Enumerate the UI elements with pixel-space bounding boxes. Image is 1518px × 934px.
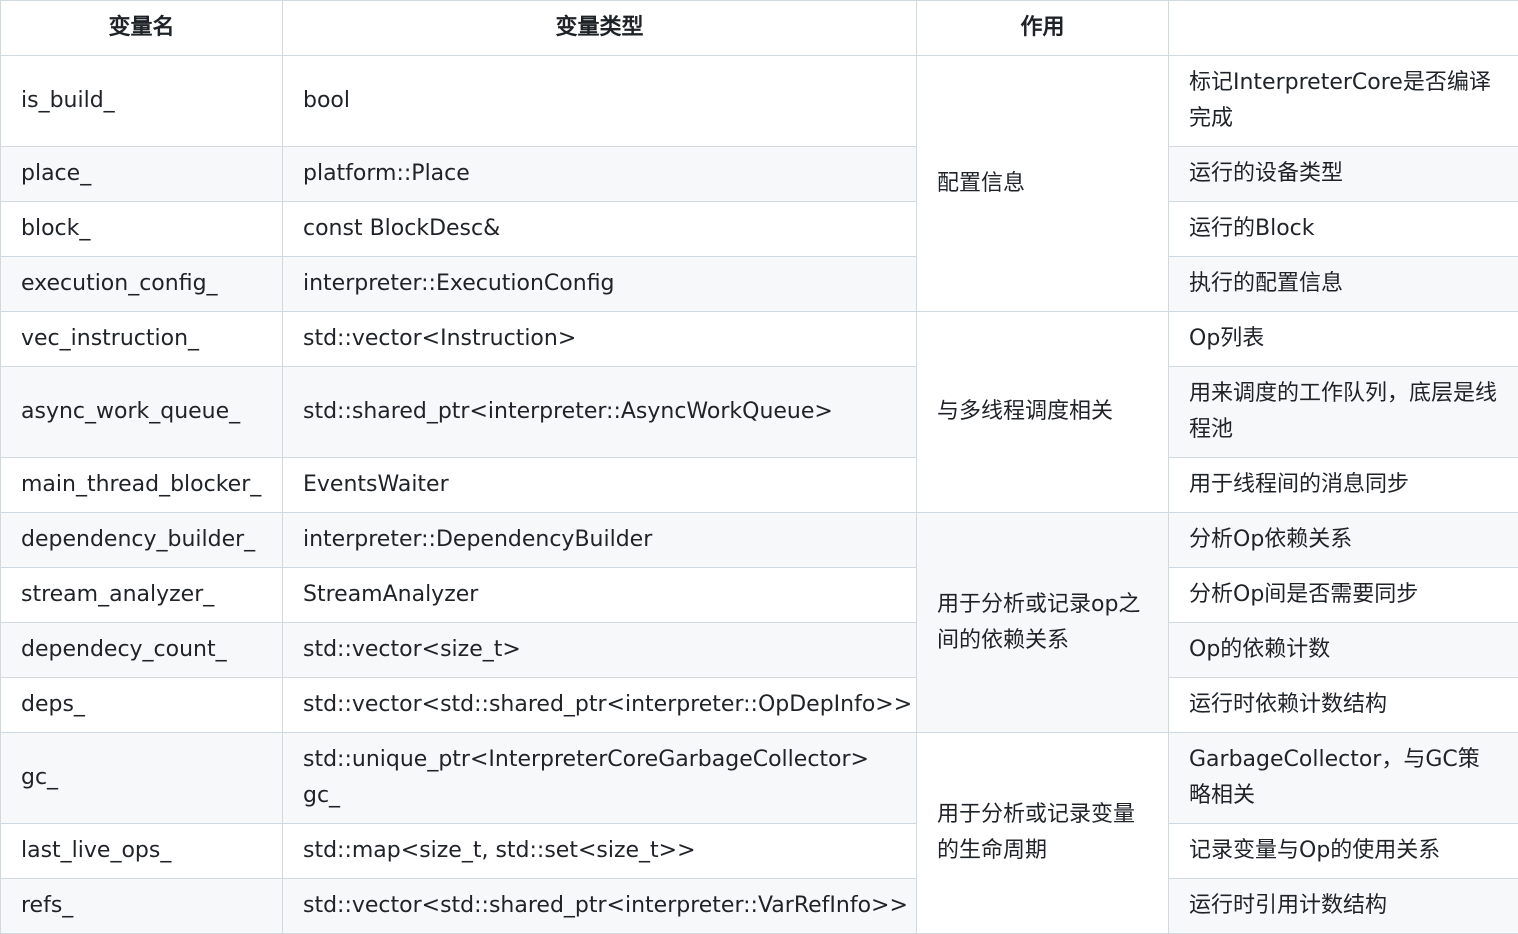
group-cell-dependency: 用于分析或记录op之间的依赖关系 bbox=[916, 512, 1169, 733]
cell-name: last_live_ops_ bbox=[0, 823, 283, 879]
table-row: refs_ std::vector<std::shared_ptr<interp… bbox=[0, 878, 1518, 934]
cell-desc: Op的依赖计数 bbox=[1168, 622, 1518, 678]
header-row: 变量名 变量类型 作用 bbox=[0, 0, 1518, 56]
cell-type: std::shared_ptr<interpreter::AsyncWorkQu… bbox=[282, 366, 917, 458]
cell-name: deps_ bbox=[0, 677, 283, 733]
cell-desc: 用于线程间的消息同步 bbox=[1168, 457, 1518, 513]
cell-desc: 标记InterpreterCore是否编译完成 bbox=[1168, 55, 1518, 147]
cell-type: EventsWaiter bbox=[282, 457, 917, 513]
cell-type: std::vector<std::shared_ptr<interpreter:… bbox=[282, 878, 917, 934]
cell-desc: 运行的设备类型 bbox=[1168, 146, 1518, 202]
cell-type: StreamAnalyzer bbox=[282, 567, 917, 623]
header-description bbox=[1168, 0, 1518, 56]
cell-desc: 记录变量与Op的使用关系 bbox=[1168, 823, 1518, 879]
table-row: block_ const BlockDesc& 运行的Block bbox=[0, 201, 1518, 257]
cell-name: place_ bbox=[0, 146, 283, 202]
cell-name: is_build_ bbox=[0, 55, 283, 147]
cell-type: interpreter::DependencyBuilder bbox=[282, 512, 917, 568]
cell-name: vec_instruction_ bbox=[0, 311, 283, 367]
group-cell-threading: 与多线程调度相关 bbox=[916, 311, 1169, 513]
table-row: vec_instruction_ std::vector<Instruction… bbox=[0, 311, 1518, 513]
cell-name: refs_ bbox=[0, 878, 283, 934]
table-row: dependency_builder_ interpreter::Depende… bbox=[0, 512, 1518, 733]
cell-type: bool bbox=[282, 55, 917, 147]
cell-type: interpreter::ExecutionConfig bbox=[282, 256, 917, 312]
cell-desc: 用来调度的工作队列，底层是线程池 bbox=[1168, 366, 1518, 458]
cell-desc: 运行的Block bbox=[1168, 201, 1518, 257]
cell-desc: 运行时依赖计数结构 bbox=[1168, 677, 1518, 733]
cell-desc: 分析Op间是否需要同步 bbox=[1168, 567, 1518, 623]
group-cell-config: 配置信息 bbox=[916, 55, 1169, 312]
cell-type: std::vector<size_t> bbox=[282, 622, 917, 678]
cell-desc: 运行时引用计数结构 bbox=[1168, 878, 1518, 934]
cell-name: stream_analyzer_ bbox=[0, 567, 283, 623]
group-cell-lifecycle: 用于分析或记录变量的生命周期 bbox=[916, 732, 1169, 934]
cell-type: std::unique_ptr<InterpreterCoreGarbageCo… bbox=[282, 732, 917, 824]
table-row: deps_ std::vector<std::shared_ptr<interp… bbox=[0, 677, 1518, 733]
cell-name: block_ bbox=[0, 201, 283, 257]
table-row: execution_config_ interpreter::Execution… bbox=[0, 256, 1518, 312]
table-row: last_live_ops_ std::map<size_t, std::set… bbox=[0, 823, 1518, 879]
cell-type: platform::Place bbox=[282, 146, 917, 202]
cell-name: gc_ bbox=[0, 732, 283, 824]
table-row: gc_ std::unique_ptr<InterpreterCoreGarba… bbox=[0, 732, 1518, 934]
cell-name: dependecy_count_ bbox=[0, 622, 283, 678]
table-row: place_ platform::Place 运行的设备类型 bbox=[0, 146, 1518, 202]
header-variable-type: 变量类型 bbox=[282, 0, 917, 56]
cell-type: const BlockDesc& bbox=[282, 201, 917, 257]
cell-desc: GarbageCollector，与GC策略相关 bbox=[1168, 732, 1518, 824]
table-row: main_thread_blocker_ EventsWaiter 用于线程间的… bbox=[0, 457, 1518, 513]
cell-name: dependency_builder_ bbox=[0, 512, 283, 568]
table-row: is_build_ bool 配置信息 标记InterpreterCore是否编… bbox=[0, 55, 1518, 312]
table-row: dependecy_count_ std::vector<size_t> Op的… bbox=[0, 622, 1518, 678]
cell-desc: Op列表 bbox=[1168, 311, 1518, 367]
cell-name: main_thread_blocker_ bbox=[0, 457, 283, 513]
cell-name: async_work_queue_ bbox=[0, 366, 283, 458]
cell-type: std::vector<Instruction> bbox=[282, 311, 917, 367]
cell-desc: 分析Op依赖关系 bbox=[1168, 512, 1518, 568]
header-purpose: 作用 bbox=[916, 0, 1169, 56]
variables-table: 变量名 变量类型 作用 is_build_ bool 配置信息 标记Interp… bbox=[0, 0, 1518, 934]
cell-name: execution_config_ bbox=[0, 256, 283, 312]
header-variable-name: 变量名 bbox=[0, 0, 283, 56]
cell-type: std::map<size_t, std::set<size_t>> bbox=[282, 823, 917, 879]
table-row: async_work_queue_ std::shared_ptr<interp… bbox=[0, 366, 1518, 458]
cell-type: std::vector<std::shared_ptr<interpreter:… bbox=[282, 677, 917, 733]
table-row: stream_analyzer_ StreamAnalyzer 分析Op间是否需… bbox=[0, 567, 1518, 623]
cell-desc: 执行的配置信息 bbox=[1168, 256, 1518, 312]
